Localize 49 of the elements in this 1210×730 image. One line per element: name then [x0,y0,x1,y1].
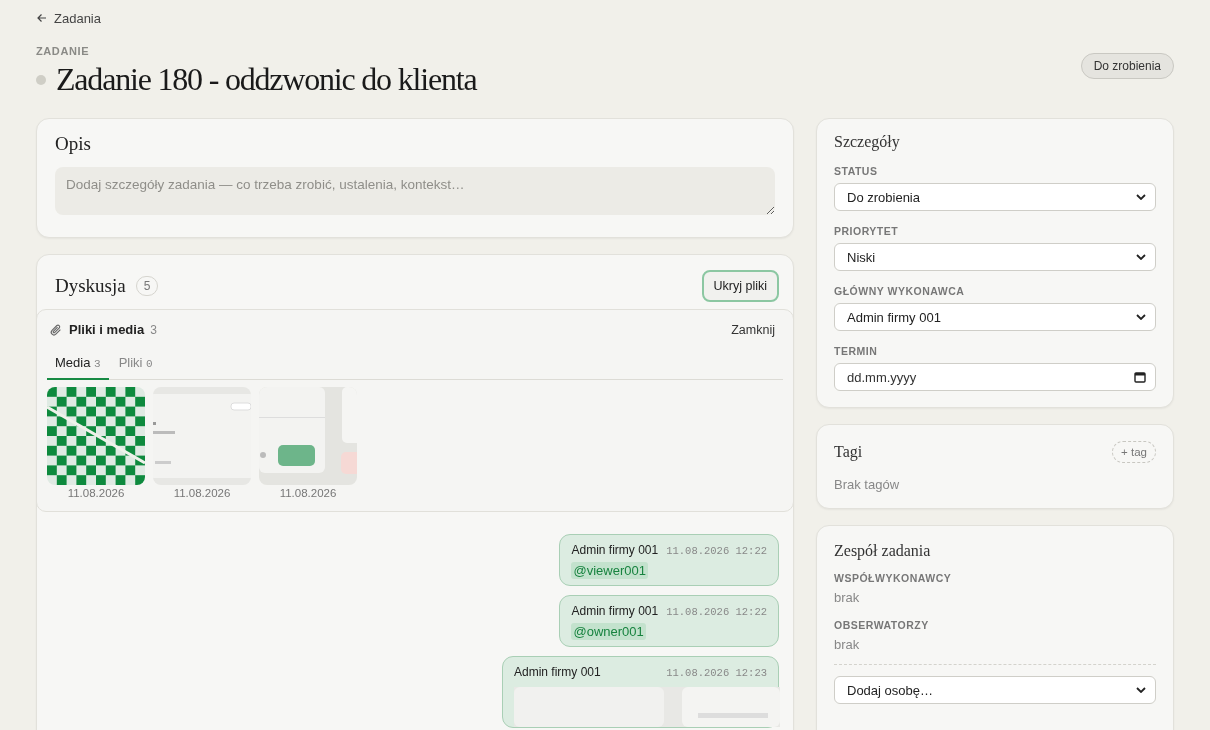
panel-title: Pliki i media [69,322,145,337]
add-person-select[interactable]: Dodaj osobę… [834,676,1156,704]
card-title: Opis [55,133,92,155]
select-field[interactable]: Niski [834,243,1156,271]
message-author: Admin firmy 001 [571,604,659,618]
paperclip-icon [49,322,63,337]
card-title: Zespół zadania [834,542,932,560]
hide-files-button[interactable]: Ukryj pliki [701,270,779,302]
card-title: Szczegóły [834,133,901,151]
select-field[interactable]: Admin firmy 001 [834,303,1156,331]
message-time: 11.08.2026 12:22 [666,606,767,618]
back-link[interactable]: Zadania [36,10,101,26]
status-dot [36,74,46,85]
group-label: OBSERWATORZY [834,619,930,631]
mention-link[interactable]: @viewer001 [571,562,648,579]
file-count: 3 [150,322,157,337]
chevron-down-icon [1136,194,1146,200]
media-tab[interactable]: Pliki 0 [110,351,161,380]
card-title: Tagi [834,443,863,461]
chevron-down-icon [1136,254,1146,260]
media-tab[interactable]: Media 3 [47,351,109,380]
select-field[interactable]: Do zrobienia [834,183,1156,211]
chevron-down-icon [1136,687,1146,693]
close-link[interactable]: Zamknij [731,322,775,337]
mention-link[interactable]: @owner001 [571,623,646,640]
group-label: WSPÓŁWYKONAWCY [834,572,953,584]
media-date: 11.08.2026 [279,487,337,499]
field-label: GŁÓWNY WYKONAWCA [834,285,966,297]
message-time: 11.08.2026 12:22 [666,545,767,557]
message-author: Admin firmy 001 [514,665,601,679]
field-label: TERMIN [834,345,879,357]
message-author: Admin firmy 001 [571,543,659,557]
page-eyebrow: ZADANIE [36,45,91,57]
date-field[interactable]: dd.mm.yyyy [834,363,1156,391]
task-title: Zadanie 180 - oddzwonic do klienta [56,61,477,98]
empty-tags-text: Brak tagów [834,477,901,492]
field-label: STATUS [834,165,879,177]
media-date: 11.08.2026 [173,487,231,499]
message-time: 11.08.2026 12:23 [666,667,767,679]
status-badge: Do zrobienia [1080,53,1174,79]
field-label: PRIORYTET [834,225,900,237]
card-title: Dyskusja [55,275,126,297]
empty-group-text: brak [834,590,861,605]
media-date: 11.08.2026 [67,487,125,499]
arrow-left-icon [36,12,48,24]
empty-group-text: brak [834,637,861,652]
chevron-down-icon [1136,314,1146,320]
description-field[interactable]: Dodaj szczegóły zadania — co trzeba zrobić, ustalenia, kontekst… [55,167,775,215]
calendar-icon [1134,371,1146,383]
